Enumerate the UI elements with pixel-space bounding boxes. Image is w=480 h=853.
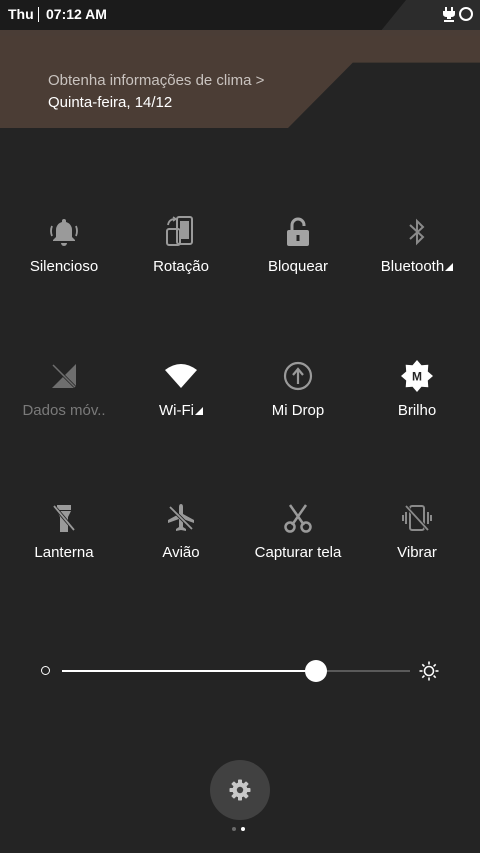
tile-screenshot[interactable]: Capturar tela [238, 500, 358, 600]
alarm-ring-icon [459, 7, 473, 21]
airplane-icon [163, 500, 199, 536]
rotation-icon [163, 214, 199, 250]
status-icons [442, 5, 474, 23]
tile-airplane[interactable]: Avião [121, 500, 241, 600]
brightness-slider[interactable] [62, 660, 410, 682]
quick-settings-screen: Thu 07:12 AM Obtenha informações de clim… [0, 0, 480, 853]
mobile-data-icon [46, 358, 82, 394]
lock-icon [280, 214, 316, 250]
bluetooth-icon [399, 214, 435, 250]
tile-label: Bluetooth [347, 258, 480, 275]
status-time: 07:12 AM [46, 6, 107, 22]
status-separator [38, 7, 39, 22]
wifi-icon [163, 358, 199, 394]
tile-bluetooth[interactable]: Bluetooth [357, 214, 477, 314]
expand-arrow-icon [445, 263, 454, 271]
tile-flashlight[interactable]: Lanterna [4, 500, 124, 600]
tile-rotation[interactable]: Rotação [121, 214, 241, 314]
banner-top-strip [0, 30, 480, 36]
brightness-high-icon [419, 661, 439, 681]
bell-icon [46, 214, 82, 250]
tile-label: Brilho [397, 402, 437, 419]
tile-label: Vibrar [397, 544, 437, 561]
expand-arrow-icon [194, 407, 203, 415]
mi-drop-icon [280, 358, 316, 394]
auto-brightness-icon: M [399, 358, 435, 394]
brightness-low-icon [41, 666, 50, 675]
svg-text:M: M [412, 370, 422, 384]
brightness-slider-fill [62, 670, 317, 672]
settings-button[interactable] [210, 760, 270, 820]
tile-brightness[interactable]: M Brilho [357, 358, 477, 458]
tile-silent[interactable]: Silencioso [4, 214, 124, 314]
tile-lock[interactable]: Bloquear [238, 214, 358, 314]
tile-wifi[interactable]: Wi-Fi [121, 358, 241, 458]
tile-mobile-data[interactable]: Dados móv.. [4, 358, 124, 458]
date-label: Quinta-feira, 14/12 [48, 94, 173, 111]
page-dot [232, 827, 236, 831]
vibrate-icon [399, 500, 435, 536]
tile-mi-drop[interactable]: Mi Drop [238, 358, 358, 458]
scissors-icon [280, 500, 316, 536]
status-bar: Thu 07:12 AM [0, 0, 480, 30]
status-day: Thu [8, 6, 34, 22]
gear-icon [229, 779, 251, 801]
page-dot-active [241, 827, 245, 831]
weather-info-link[interactable]: Obtenha informações de clima > [48, 72, 264, 89]
flashlight-icon [46, 500, 82, 536]
page-indicator [232, 827, 245, 831]
brightness-slider-thumb[interactable] [305, 660, 328, 682]
tile-label-text: Bluetooth [380, 258, 445, 275]
tile-label-text: Wi-Fi [159, 402, 194, 419]
tile-vibrate[interactable]: Vibrar [357, 500, 477, 600]
charging-icon [443, 7, 455, 22]
